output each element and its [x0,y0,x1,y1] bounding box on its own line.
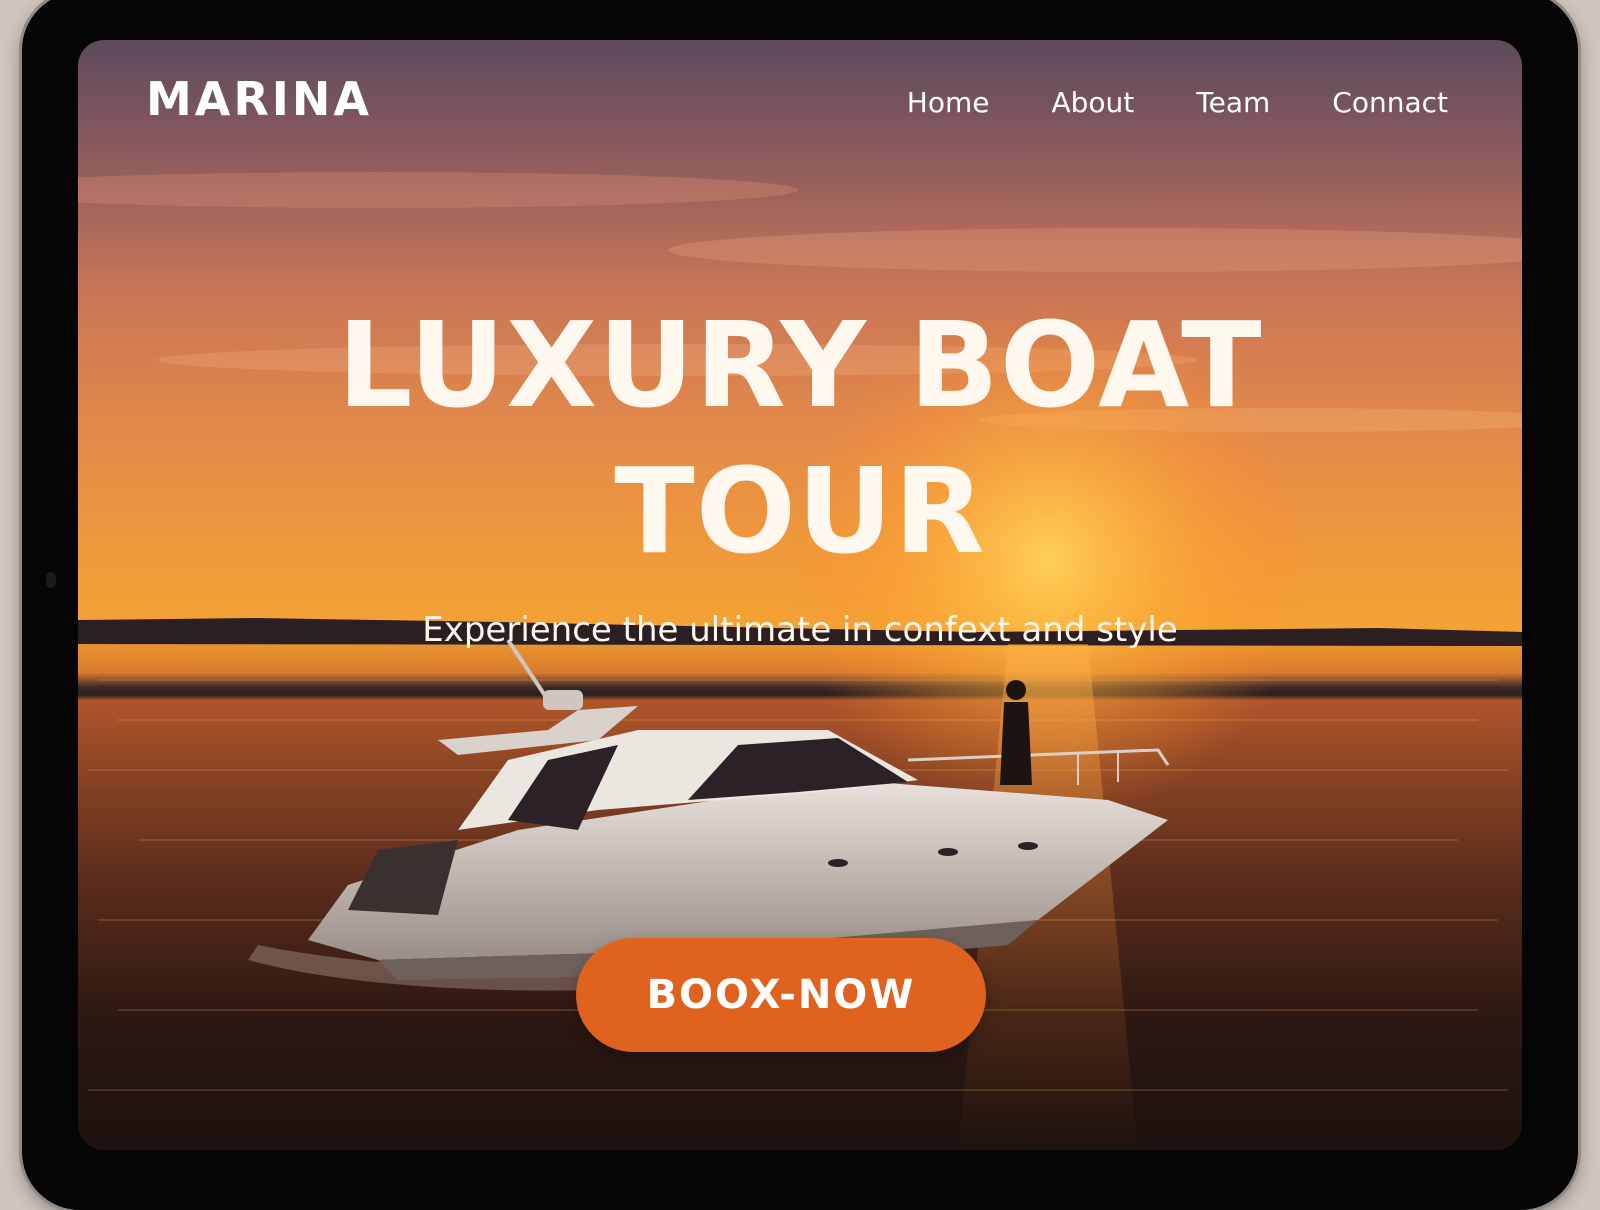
nav-item-team[interactable]: Team [1196,86,1270,119]
main-nav: Home About Team Connact [907,86,1448,119]
camera-icon [46,572,56,588]
nav-item-home[interactable]: Home [907,86,990,119]
website-screen: MARINA Home About Team Connact LUXURY BO… [78,40,1522,1150]
hero-title-line-1: LUXURY BOAT [337,296,1263,434]
hero-title: LUXURY BOAT TOUR [78,292,1522,584]
nav-item-about[interactable]: About [1051,86,1134,119]
hero-subtitle: Experience the ultimate in confext and s… [422,610,1178,650]
nav-item-contact[interactable]: Connact [1332,86,1448,119]
brand-logo[interactable]: MARINA [146,72,372,126]
tablet-frame: MARINA Home About Team Connact LUXURY BO… [22,0,1578,1210]
book-now-button[interactable]: BOOX-NOW [576,938,986,1052]
hero-title-line-2: TOUR [614,442,986,580]
